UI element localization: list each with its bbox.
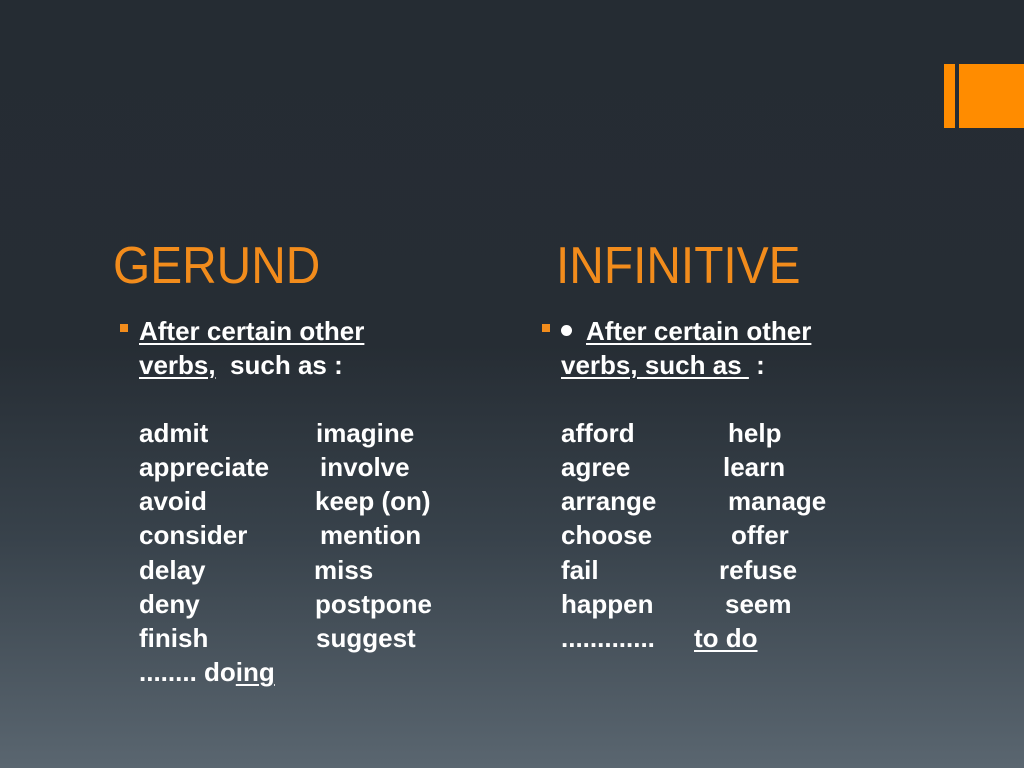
gerund-footer-plain: do [204,657,236,687]
infinitive-intro-rest: : [748,350,765,380]
gerund-verb: consider [139,520,248,550]
gerund-verb: delay [139,555,206,585]
gerund-verb: suggest [316,623,416,653]
bullet-square-icon [120,324,128,332]
gerund-footer-dots: ........ [139,657,197,687]
infinitive-intro-line1: After certain other [586,316,812,346]
infinitive-verb: fail [561,555,599,585]
bullet-dot-icon [561,324,572,336]
infinitive-verb: learn [723,452,786,482]
infinitive-intro-underlined: verbs, such as [561,350,749,380]
gerund-verb: mention [320,520,422,550]
infinitive-verb: afford [561,418,635,448]
infinitive-verb: choose [561,520,653,550]
gerund-intro-underlined: verbs, [139,350,216,380]
gerund-verb: avoid [139,486,207,516]
gerund-verb: miss [314,555,374,585]
gerund-verb: deny [139,589,200,619]
infinitive-verb: manage [728,486,827,516]
infinitive-title: INFINITIVE [556,237,801,295]
gerund-verb: postpone [315,589,432,619]
gerund-intro-rest: such as : [215,350,343,380]
accent-bar-thin [944,64,955,128]
gerund-title: GERUND [113,237,321,295]
infinitive-verb: help [728,418,782,448]
gerund-footer: ........ doing [139,655,275,689]
gerund-verb: admit [139,418,209,448]
infinitive-verb: happen [561,589,654,619]
gerund-verb: involve [320,452,410,482]
infinitive-verb: arrange [561,486,657,516]
gerund-verb: keep (on) [315,486,431,516]
accent-bar-thick [959,64,1024,128]
infinitive-footer-dots: ............. [561,623,655,653]
infinitive-verb: offer [731,520,789,550]
gerund-verb: appreciate [139,452,270,482]
gerund-footer-underlined: ing [235,657,275,687]
infinitive-verb: agree [561,452,631,482]
infinitive-verb: seem [725,589,792,619]
infinitive-intro: After certain other verbs, such as : [561,314,811,382]
infinitive-verb: refuse [719,555,798,585]
bullet-square-icon [542,324,550,332]
infinitive-footer-underlined: to do [694,623,758,653]
gerund-intro: After certain other verbs, such as : [139,314,364,382]
gerund-intro-line1: After certain other [139,316,365,346]
gerund-verb: imagine [316,418,415,448]
infinitive-footer: to do [694,621,758,655]
gerund-verb: finish [139,623,209,653]
